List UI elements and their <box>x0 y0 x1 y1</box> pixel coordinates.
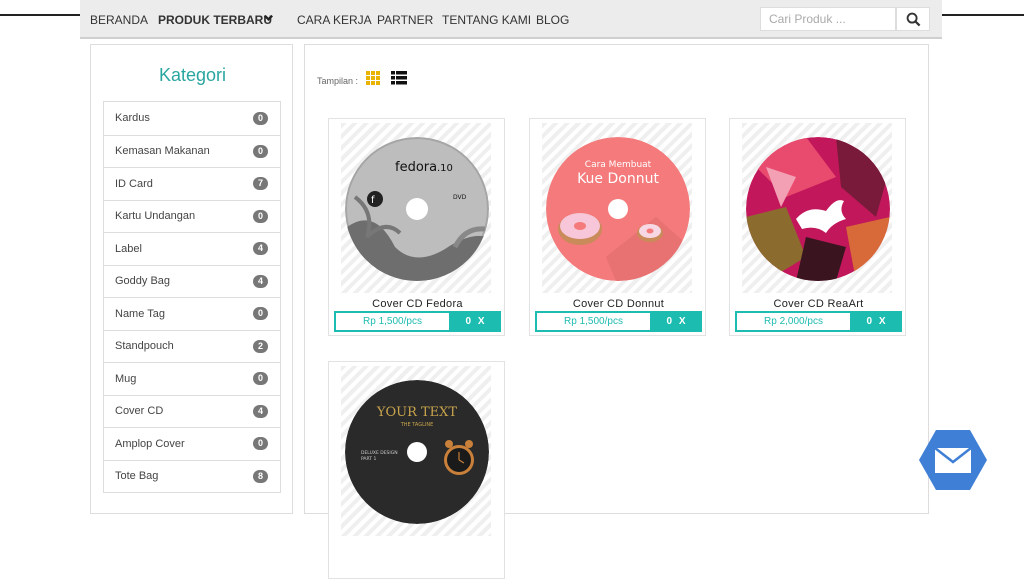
category-item[interactable]: Tote Bag 8 <box>104 459 280 493</box>
category-label: Goddy Bag <box>115 275 171 288</box>
nav-tentang-kami[interactable]: TENTANG KAMI <box>442 13 531 27</box>
count-badge: 0 <box>253 209 268 223</box>
nav-blog[interactable]: BLOG <box>536 13 569 27</box>
count-badge: 2 <box>253 339 268 353</box>
count-badge: 4 <box>253 242 268 256</box>
category-label: Kardus <box>115 112 150 125</box>
product-title[interactable]: Cover CD ReaArt <box>730 298 907 310</box>
disc-subtitle-text: Cara Membuat <box>585 160 652 170</box>
list-view-icon[interactable] <box>391 71 407 85</box>
price-row: Rp 1,500/pcs 0 X <box>334 311 501 332</box>
price-button[interactable]: Rp 2,000/pcs <box>735 311 852 332</box>
cd-disc-image <box>746 137 890 281</box>
product-card[interactable]: Cara Membuat Kue Donnut Cover CD Donnut … <box>529 118 706 336</box>
category-item[interactable]: Amplop Cover 0 <box>104 427 280 460</box>
count-badge: 0 <box>253 372 268 386</box>
disc-tagline-text: THE TAGLINE <box>400 422 434 428</box>
disc-brand-text: fedora <box>395 160 437 175</box>
category-item[interactable]: Kardus 0 <box>104 102 280 135</box>
count-badge: 4 <box>253 404 268 418</box>
navbar: BERANDA PRODUK TERBARU CARA KERJA PARTNE… <box>80 0 942 39</box>
cd-disc-image: YOUR TEXT THE TAGLINE DELUXE DESIGN PART… <box>345 380 489 524</box>
disc-title-text: YOUR TEXT <box>376 405 458 420</box>
nav-partner[interactable]: PARTNER <box>377 13 433 27</box>
product-card[interactable]: fedora .10 f DVD Cover CD Fedora Rp 1,50… <box>328 118 505 336</box>
category-label: Label <box>115 242 142 255</box>
product-image[interactable]: Cara Membuat Kue Donnut <box>542 123 692 293</box>
category-item[interactable]: Cover CD 4 <box>104 394 280 428</box>
search-button[interactable] <box>896 7 930 31</box>
category-item[interactable]: Standpouch 2 <box>104 329 280 363</box>
category-label: Tote Bag <box>115 470 159 483</box>
price-row: Rp 2,000/pcs 0 X <box>735 311 902 332</box>
category-item[interactable]: Name Tag 0 <box>104 297 280 330</box>
cd-disc-image: fedora .10 f DVD <box>345 137 489 281</box>
price-button[interactable]: Rp 1,500/pcs <box>334 311 451 332</box>
quantity-button[interactable]: 0 X <box>451 311 501 332</box>
count-badge: 0 <box>253 111 268 125</box>
cd-disc-image: Cara Membuat Kue Donnut <box>546 137 690 281</box>
nav-cara-kerja[interactable]: CARA KERJA <box>297 13 372 27</box>
category-label: Mug <box>115 372 137 385</box>
disc-version-text: .10 <box>437 163 453 174</box>
view-label: Tampilan : <box>317 76 359 86</box>
product-card[interactable]: YOUR TEXT THE TAGLINE DELUXE DESIGN PART… <box>328 361 505 579</box>
category-label: ID Card <box>115 177 153 190</box>
category-label: Kartu Undangan <box>115 210 196 223</box>
price-button[interactable]: Rp 1,500/pcs <box>535 311 652 332</box>
category-item[interactable]: Kemasan Makanan 0 <box>104 134 280 168</box>
count-badge: 0 <box>253 307 268 321</box>
product-image[interactable] <box>742 123 892 293</box>
product-image[interactable]: fedora .10 f DVD <box>341 123 491 293</box>
product-panel: Tampilan : fedora .10 f DVD Cover CD Fed… <box>304 44 929 579</box>
search-icon <box>906 12 920 26</box>
count-badge: 4 <box>253 274 268 288</box>
disc-part-text: PART 1 <box>361 456 376 462</box>
product-image[interactable]: YOUR TEXT THE TAGLINE DELUXE DESIGN PART… <box>341 366 491 536</box>
search-input[interactable] <box>760 7 896 31</box>
category-item[interactable]: Kartu Undangan 0 <box>104 199 280 233</box>
price-row: Rp 1,500/pcs 0 X <box>535 311 702 332</box>
product-card[interactable]: Cover CD ReaArt Rp 2,000/pcs 0 X <box>729 118 906 336</box>
count-badge: 0 <box>253 144 268 158</box>
category-list: Kardus 0 Kemasan Makanan 0 ID Card 7 Kartu … <box>103 101 281 493</box>
grid-view-icon[interactable] <box>366 71 380 85</box>
disc-deluxe-text: DELUXE DESIGN <box>361 450 398 456</box>
category-item[interactable]: ID Card 7 <box>104 167 280 200</box>
category-label: Cover CD <box>115 405 164 418</box>
product-title[interactable]: Cover CD Donnut <box>530 298 707 310</box>
category-sidebar: Kategori Kardus 0 Kemasan Makanan 0 ID Car… <box>90 44 293 514</box>
chevron-down-icon[interactable] <box>263 12 274 23</box>
disc-title-text: Kue Donnut <box>577 171 659 187</box>
nav-beranda[interactable]: BERANDA <box>90 13 148 27</box>
category-label: Amplop Cover <box>115 437 185 450</box>
quantity-button[interactable]: 0 X <box>652 311 702 332</box>
category-item[interactable]: Goddy Bag 4 <box>104 264 280 298</box>
count-badge: 0 <box>253 437 268 451</box>
category-label: Name Tag <box>115 307 165 320</box>
quantity-button[interactable]: 0 X <box>852 311 902 332</box>
category-label: Kemasan Makanan <box>115 145 210 158</box>
sidebar-title: Kategori <box>158 65 227 85</box>
mail-button[interactable] <box>918 428 988 492</box>
nav-produk-terbaru[interactable]: PRODUK TERBARU <box>158 13 272 27</box>
category-item[interactable]: Mug 0 <box>104 362 280 395</box>
count-badge: 7 <box>253 177 268 191</box>
mail-icon <box>919 430 987 490</box>
disc-dvd-text: DVD <box>453 194 467 201</box>
svg-text:f: f <box>371 195 375 206</box>
category-label: Standpouch <box>115 340 174 353</box>
category-item[interactable]: Label 4 <box>104 232 280 265</box>
count-badge: 8 <box>253 469 268 483</box>
product-title[interactable]: Cover CD Fedora <box>329 298 506 310</box>
